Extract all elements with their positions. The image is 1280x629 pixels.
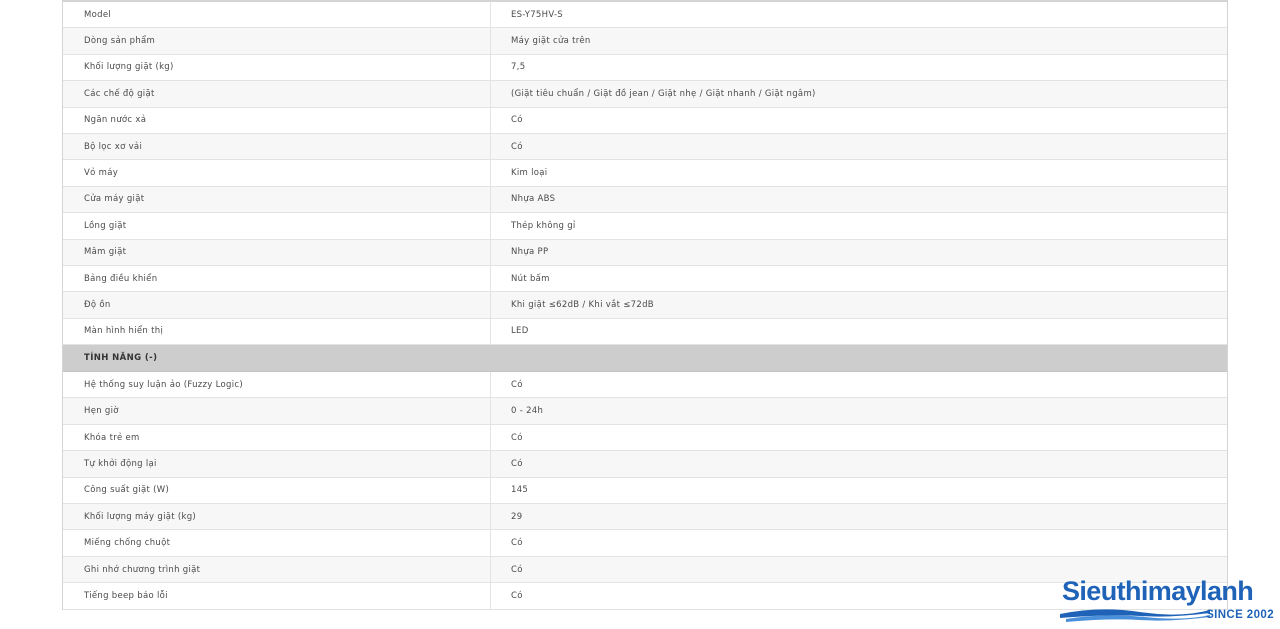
spec-value: Nhựa PP — [511, 247, 549, 258]
spec-label: Công suất giặt (W) — [63, 477, 491, 504]
spec-row-program-memory: Ghi nhớ chương trình giặt Có — [63, 556, 1227, 584]
spec-row-drum: Lồng giặt Thép không gỉ — [63, 213, 1227, 240]
spec-row-softener-drawer: Ngăn nước xả Có — [63, 107, 1227, 134]
spec-label: Hẹn giờ — [63, 398, 491, 424]
spec-label: Model — [63, 2, 491, 28]
spec-row-auto-restart: Tự khởi động lại Có — [63, 451, 1227, 478]
spec-label: Tiếng beep báo lỗi — [63, 583, 491, 609]
spec-value: 145 — [511, 485, 529, 496]
spec-value: Nút bấm — [511, 273, 550, 284]
spec-label: Hệ thống suy luận ảo (Fuzzy Logic) — [63, 372, 491, 398]
spec-label: Miếng chống chuột — [63, 530, 491, 556]
spec-row-casing: Vỏ máy Kim loại — [63, 160, 1227, 187]
spec-value: 7,5 — [511, 62, 526, 73]
spec-value: LED — [511, 326, 529, 337]
spec-value: Máy giặt cửa trên — [511, 36, 591, 47]
spec-row-display: Màn hình hiển thị LED — [63, 318, 1227, 346]
spec-row-child-lock: Khóa trẻ em Có — [63, 424, 1227, 452]
spec-row-wash-capacity: Khối lượng giặt (kg) 7,5 — [63, 54, 1227, 82]
spec-row-pulsator: Mâm giặt Nhựa PP — [63, 239, 1227, 266]
section-header-features[interactable]: TÍNH NĂNG (-) — [63, 345, 1227, 373]
spec-row-machine-weight: Khối lượng máy giặt (kg) 29 — [63, 504, 1227, 531]
spec-value: (Giặt tiêu chuẩn / Giặt đồ jean / Giặt n… — [511, 88, 816, 99]
spec-value: ES-Y75HV-S — [511, 9, 564, 20]
spec-label: Tự khởi động lại — [63, 451, 491, 477]
spec-label: Mâm giặt — [63, 239, 491, 265]
spec-row-timer: Hẹn giờ 0 - 24h — [63, 398, 1227, 425]
spec-value: Có — [511, 432, 523, 443]
spec-value: Có — [511, 564, 523, 575]
spec-value: Có — [511, 538, 523, 549]
spec-label: Khối lượng máy giặt (kg) — [63, 504, 491, 530]
spec-label: Khóa trẻ em — [63, 424, 491, 451]
spec-row-wash-modes: Các chế độ giặt (Giặt tiêu chuẩn / Giặt … — [63, 81, 1227, 108]
spec-row-product-line: Dòng sản phẩm Máy giặt cửa trên — [63, 28, 1227, 55]
spec-value: Có — [511, 141, 523, 152]
spec-row-control-panel: Bảng điều khiển Nút bấm — [63, 265, 1227, 293]
spec-label: Các chế độ giặt — [63, 81, 491, 107]
spec-value: Nhựa ABS — [511, 194, 556, 205]
spec-label: Độ ồn — [63, 292, 491, 318]
spec-value: Thép không gỉ — [511, 220, 576, 231]
spec-label: Màn hình hiển thị — [63, 318, 491, 345]
spec-row-error-beep: Tiếng beep báo lỗi Có — [63, 583, 1227, 610]
spec-label: Bảng điều khiển — [63, 265, 491, 292]
spec-value: Kim loại — [511, 168, 548, 179]
spec-row-lint-filter: Bộ lọc xơ vải Có — [63, 133, 1227, 161]
spec-label: Lồng giặt — [63, 213, 491, 239]
spec-label: Dòng sản phẩm — [63, 28, 491, 54]
spec-value: 29 — [511, 511, 523, 522]
spec-value: Khi giặt ≤62dB / Khi vắt ≤72dB — [511, 299, 654, 310]
spec-row-rat-guard: Miếng chống chuột Có — [63, 530, 1227, 557]
spec-row-door: Cửa máy giặt Nhựa ABS — [63, 186, 1227, 214]
spec-row-model: Model ES-Y75HV-S — [63, 2, 1227, 29]
spec-row-wash-power: Công suất giặt (W) 145 — [63, 477, 1227, 505]
spec-value: Có — [511, 590, 523, 601]
spec-label: Vỏ máy — [63, 160, 491, 186]
spec-label: Khối lượng giặt (kg) — [63, 54, 491, 81]
spec-label: Cửa máy giặt — [63, 186, 491, 213]
spec-label: Ngăn nước xả — [63, 107, 491, 133]
spec-row-fuzzy-logic: Hệ thống suy luận ảo (Fuzzy Logic) Có — [63, 372, 1227, 399]
page: Model ES-Y75HV-S Dòng sản phẩm Máy giặt … — [0, 0, 1280, 629]
spec-value: Có — [511, 379, 523, 390]
spec-row-noise: Độ ồn Khi giặt ≤62dB / Khi vắt ≤72dB — [63, 292, 1227, 319]
spec-value: Có — [511, 458, 523, 469]
spec-value: Có — [511, 115, 523, 126]
spec-label: Ghi nhớ chương trình giặt — [63, 556, 491, 583]
logo-since-text: SINCE 2002 — [1206, 609, 1274, 621]
spec-value: 0 - 24h — [511, 406, 544, 417]
spec-table: Model ES-Y75HV-S Dòng sản phẩm Máy giặt … — [62, 0, 1228, 610]
spec-label: Bộ lọc xơ vải — [63, 133, 491, 160]
